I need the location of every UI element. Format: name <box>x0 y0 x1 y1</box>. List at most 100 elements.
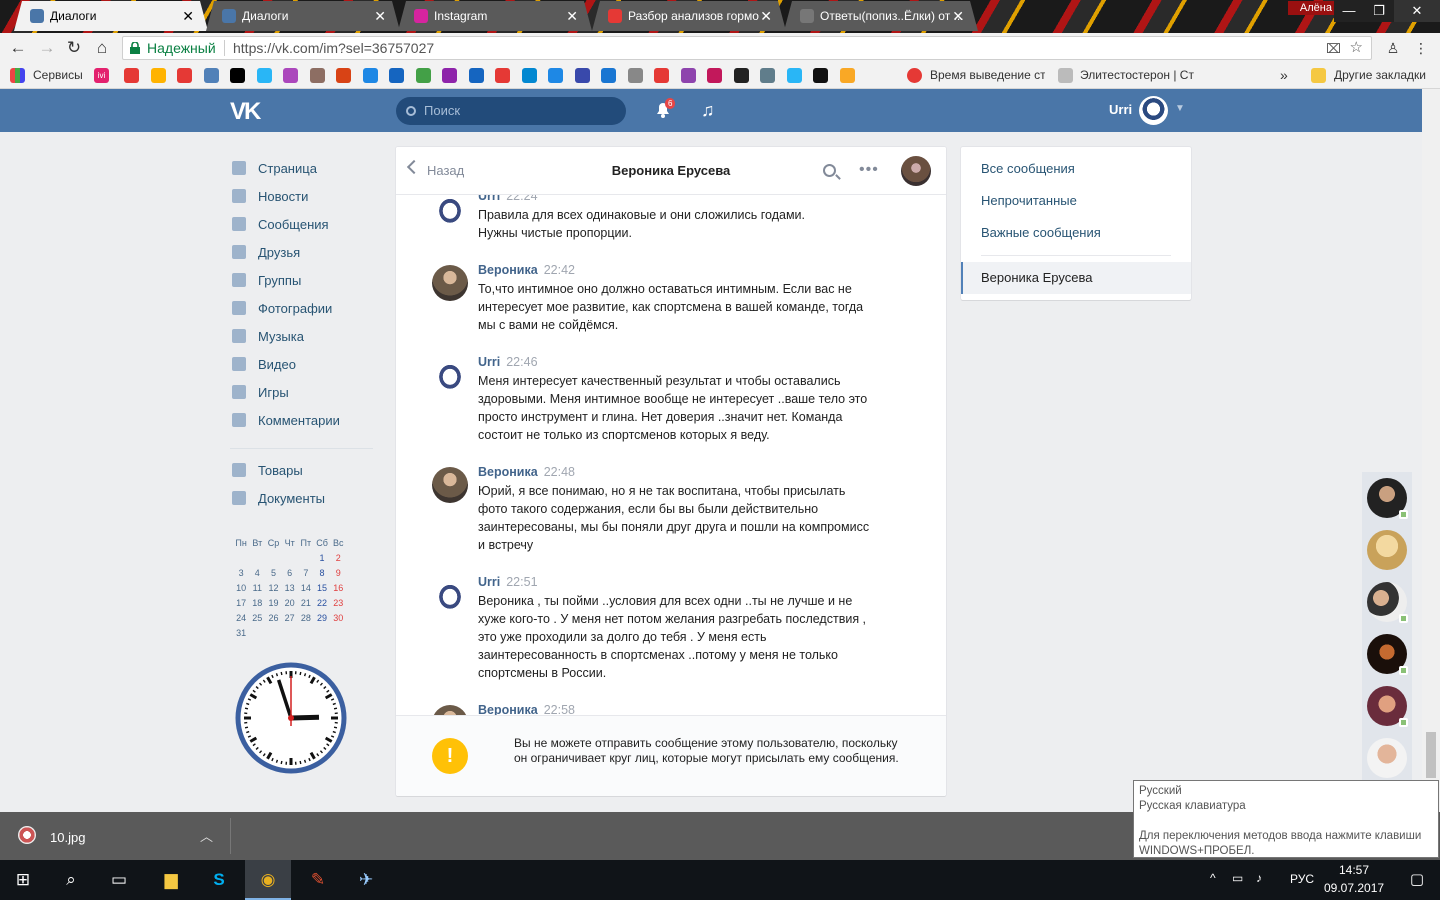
extension-icon[interactable]: ♙ <box>1382 37 1404 59</box>
back-arrow-icon[interactable]: ← <box>7 37 29 59</box>
calendar-day[interactable]: 10 <box>233 581 249 596</box>
calendar-day[interactable]: 16 <box>330 581 346 596</box>
bookmark-favicon-icon[interactable] <box>574 68 590 83</box>
menu-dots-icon[interactable]: ⋮ <box>1410 37 1432 59</box>
left-menu-item[interactable]: Комментарии <box>230 410 380 430</box>
bookmark-services[interactable]: Сервисы <box>33 66 83 84</box>
restore-icon[interactable]: ❐ <box>1364 0 1394 22</box>
calendar-day[interactable]: 1 <box>314 551 330 566</box>
bookmark-favicon-icon[interactable] <box>256 68 272 83</box>
message-author[interactable]: Вероника 22:42 <box>478 263 575 277</box>
tray-chevron-up-icon[interactable]: ^ <box>1210 871 1216 885</box>
bookmark-favicon-icon[interactable] <box>495 68 510 83</box>
skype-icon[interactable]: S <box>196 860 242 900</box>
volume-icon[interactable]: ♪ <box>1256 871 1262 885</box>
friend-avatar[interactable] <box>1367 582 1408 623</box>
message-time[interactable]: 22:48 <box>544 465 575 479</box>
message-author[interactable]: Urri 22:46 <box>478 355 538 369</box>
download-item[interactable]: 10.jpg <box>50 830 85 845</box>
calendar-day[interactable]: 24 <box>233 611 249 626</box>
paint-app-icon[interactable]: ✎ <box>295 860 341 900</box>
active-dialog-item[interactable]: Вероника Ерусева <box>961 262 1191 294</box>
calendar-day[interactable]: 5 <box>265 566 281 581</box>
calendar-day[interactable]: 23 <box>330 596 346 611</box>
home-icon[interactable]: ⌂ <box>91 37 113 59</box>
friend-avatar[interactable] <box>1367 478 1408 519</box>
calendar-day[interactable]: 11 <box>249 581 265 596</box>
calendar-day[interactable]: 13 <box>282 581 298 596</box>
bookmark-favicon-icon[interactable] <box>389 68 404 83</box>
bookmark-favicon-icon[interactable] <box>336 68 351 83</box>
bookmark-favicon-icon[interactable] <box>680 68 696 83</box>
friend-avatar[interactable] <box>1367 530 1407 570</box>
calendar-day[interactable]: 29 <box>314 611 330 626</box>
bookmark-favicon-icon[interactable] <box>309 68 325 83</box>
bookmark-favicon-icon[interactable] <box>786 68 802 83</box>
message-time[interactable]: 22:46 <box>506 355 537 369</box>
friend-avatar[interactable] <box>1367 686 1408 727</box>
scrollbar-thumb[interactable] <box>1426 732 1436 778</box>
vk-search-input[interactable]: Поиск <box>396 97 626 125</box>
calendar-day[interactable]: 3 <box>233 566 249 581</box>
minimize-icon[interactable]: — <box>1334 0 1364 22</box>
left-menu-item[interactable]: Новости <box>230 186 380 206</box>
app-icon[interactable]: ✈ <box>343 860 389 900</box>
bookmark-favicon-icon[interactable] <box>707 68 722 83</box>
calendar-day[interactable]: 9 <box>330 566 346 581</box>
left-menu-item[interactable]: Видео <box>230 354 380 374</box>
bookmark-favicon-icon[interactable] <box>468 68 484 83</box>
bookmark-favicon-icon[interactable] <box>442 68 457 83</box>
network-icon[interactable]: ▭ <box>1232 871 1243 885</box>
filter-important[interactable]: Важные сообщения <box>981 225 1101 240</box>
tab-close-icon[interactable]: ✕ <box>374 1 386 31</box>
browser-tab[interactable]: Разбор анализов гормо ✕ <box>592 1 786 31</box>
bookmark-other[interactable]: Другие закладки <box>1334 66 1426 84</box>
forward-arrow-icon[interactable]: → <box>36 37 58 59</box>
vk-user-name[interactable]: Urri <box>1109 102 1132 117</box>
calendar-day[interactable]: 18 <box>249 596 265 611</box>
chevron-up-icon[interactable]: ︿ <box>200 826 213 845</box>
bookmark-favicon-icon[interactable] <box>548 68 563 83</box>
calendar-day[interactable]: 21 <box>298 596 314 611</box>
browser-tab[interactable]: Ответы(попиз..Ёлки) от ... ✕ <box>784 1 978 31</box>
left-menu-item[interactable]: Игры <box>230 382 380 402</box>
left-menu-item[interactable]: Друзья <box>230 242 380 262</box>
taskbar-time[interactable]: 14:57 <box>1324 863 1384 877</box>
bookmark-favicon-icon[interactable] <box>150 68 166 83</box>
filter-all-messages[interactable]: Все сообщения <box>981 161 1075 176</box>
music-icon[interactable]: ♫ <box>701 100 715 121</box>
tab-close-icon[interactable]: ✕ <box>952 1 964 31</box>
calendar-day[interactable]: 19 <box>265 596 281 611</box>
bookmark-favicon-icon[interactable] <box>654 68 669 83</box>
bookmark-ivi[interactable]: ivi <box>94 68 109 83</box>
left-menu-item[interactable]: Товары <box>230 460 380 480</box>
address-bar[interactable]: Надежный https://vk.com/im?sel=36757027 … <box>122 36 1372 60</box>
task-view-icon[interactable]: ▭ <box>96 860 142 900</box>
user-avatar[interactable] <box>1139 96 1168 125</box>
chevron-down-icon[interactable]: ▼ <box>1175 103 1185 114</box>
calendar-day[interactable]: 4 <box>249 566 265 581</box>
message-author[interactable]: Вероника 22:48 <box>478 465 575 479</box>
left-menu-item[interactable]: Группы <box>230 270 380 290</box>
calendar-day[interactable]: 15 <box>314 581 330 596</box>
bookmark-favicon-icon[interactable] <box>362 68 378 83</box>
bookmark-vremya[interactable]: Время выведение ст <box>930 66 1045 84</box>
bookmark-favicon-icon[interactable] <box>760 68 775 83</box>
calendar-day[interactable]: 7 <box>298 566 314 581</box>
message-avatar[interactable] <box>432 195 468 227</box>
bookmark-favicon-icon[interactable] <box>521 68 537 83</box>
bookmark-favicon-icon[interactable] <box>627 68 643 83</box>
browser-tab[interactable]: Instagram ✕ <box>398 1 592 31</box>
calendar-day[interactable]: 25 <box>249 611 265 626</box>
friend-avatar[interactable] <box>1367 634 1408 675</box>
more-dots-icon[interactable]: ••• <box>859 161 879 179</box>
message-avatar[interactable] <box>432 467 468 503</box>
message-author[interactable]: Urri 22:24 <box>478 195 538 203</box>
left-menu-item[interactable]: Документы <box>230 488 380 508</box>
calendar-day[interactable]: 27 <box>282 611 298 626</box>
message-time[interactable]: 22:51 <box>506 575 537 589</box>
calendar-day[interactable]: 30 <box>330 611 346 626</box>
bookmark-star-icon[interactable]: ☆ <box>1350 37 1363 59</box>
page-scrollbar[interactable] <box>1422 89 1440 812</box>
browser-tab[interactable]: Диалоги ✕ <box>206 1 400 31</box>
